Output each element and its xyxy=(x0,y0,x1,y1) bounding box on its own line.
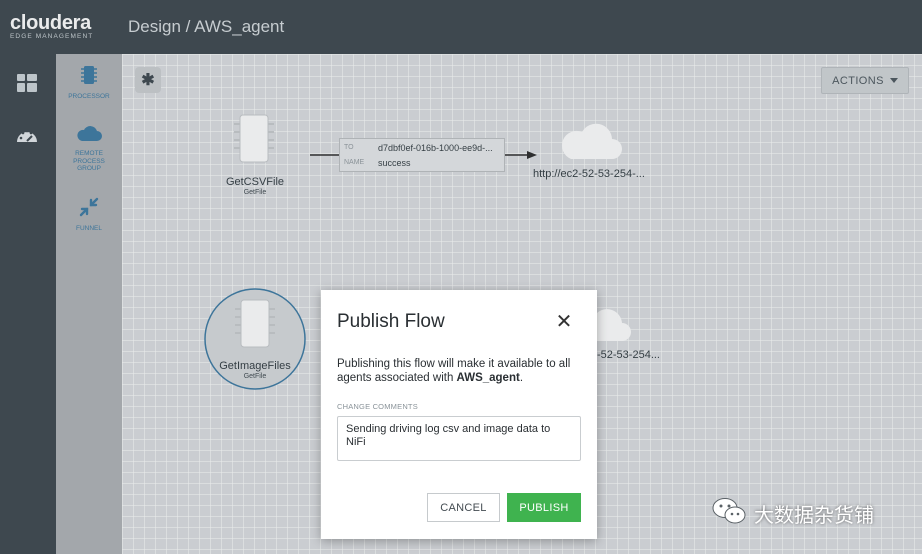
publish-button[interactable]: PUBLISH xyxy=(507,493,581,522)
description-text: Publishing this flow will make it availa… xyxy=(337,358,571,384)
publish-flow-dialog: Publish Flow ✕ Publishing this flow will… xyxy=(321,290,597,539)
watermark-text: 大数据杂货铺 xyxy=(754,503,874,527)
wechat-icon xyxy=(712,497,746,530)
cancel-button[interactable]: CANCEL xyxy=(427,493,500,522)
dialog-title: Publish Flow xyxy=(337,311,445,332)
agent-name: AWS_agent xyxy=(456,372,520,384)
dialog-description: Publishing this flow will make it availa… xyxy=(337,357,587,385)
change-comments-field[interactable]: Sending driving log csv and image data t… xyxy=(337,416,581,461)
watermark: 大数据杂货铺 xyxy=(712,497,874,530)
description-suffix: . xyxy=(519,372,524,384)
close-icon[interactable]: ✕ xyxy=(553,312,575,334)
change-comments-label: CHANGE COMMENTS xyxy=(337,402,418,411)
